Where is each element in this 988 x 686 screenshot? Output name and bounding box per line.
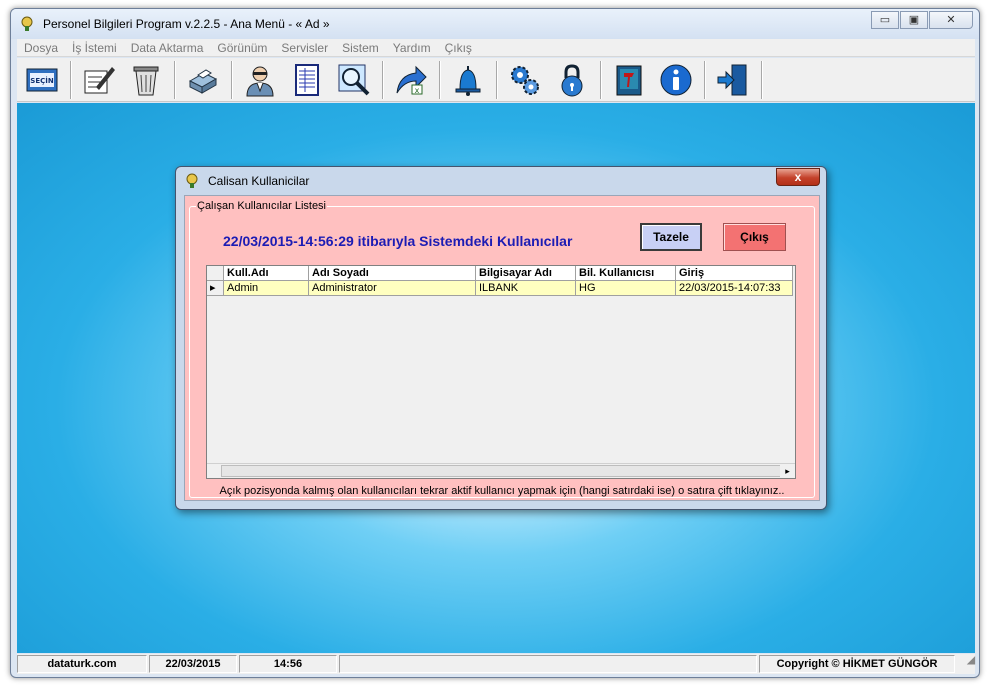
menu-sistem[interactable]: Sistem	[335, 41, 386, 55]
menu-cikis[interactable]: Çıkış	[438, 41, 479, 55]
status-empty	[339, 655, 757, 673]
svg-text:x: x	[415, 86, 420, 95]
menu-dosya[interactable]: Dosya	[17, 41, 65, 55]
settings-gears-icon[interactable]	[506, 61, 544, 99]
users-grid[interactable]: Kull.Adı Adı Soyadı Bilgisayar Adı Bil. …	[206, 265, 796, 479]
toolbar-separator	[761, 60, 763, 99]
document-list-icon[interactable]	[288, 61, 326, 99]
toolbar-separator	[231, 60, 233, 99]
secim-label: SEÇİN	[30, 76, 54, 85]
window-title: Personel Bilgileri Program v.2.2.5 - Ana…	[43, 17, 330, 31]
title-bar[interactable]: Personel Bilgileri Program v.2.2.5 - Ana…	[11, 9, 979, 39]
status-time: 14:56	[239, 655, 337, 673]
bell-icon[interactable]	[449, 61, 487, 99]
table-cell[interactable]: Administrator	[309, 281, 476, 296]
toolbar: SEÇİN x	[17, 58, 975, 102]
refresh-button[interactable]: Tazele	[640, 223, 702, 251]
status-copyright: Copyright © HİKMET GÜNGÖR	[759, 655, 955, 673]
menu-yardim[interactable]: Yardım	[386, 41, 438, 55]
menu-servisler[interactable]: Servisler	[274, 41, 335, 55]
grid-header: Kull.Adı Adı Soyadı Bilgisayar Adı Bil. …	[207, 266, 793, 281]
active-users-dialog: Calisan Kullanicilar x Çalışan Kullanıcı…	[175, 166, 827, 510]
dialog-close-button[interactable]: x	[776, 168, 820, 186]
column-header[interactable]: Bilgisayar Adı	[476, 266, 576, 281]
header-indicator	[207, 266, 224, 281]
printer-icon[interactable]	[184, 61, 222, 99]
dialog-title: Calisan Kullanicilar	[208, 174, 310, 188]
column-header[interactable]: Bil. Kullanıcısı	[576, 266, 676, 281]
toolbar-separator	[496, 60, 498, 99]
toolbar-separator	[439, 60, 441, 99]
book-icon[interactable]	[610, 61, 648, 99]
table-cell[interactable]: ILBANK	[476, 281, 576, 296]
table-cell[interactable]: 22/03/2015-14:07:33	[676, 281, 793, 296]
menu-gorunum[interactable]: Görünüm	[210, 41, 274, 55]
dialog-icon	[184, 173, 200, 189]
secim-icon[interactable]: SEÇİN	[23, 61, 61, 99]
user-icon[interactable]	[241, 61, 279, 99]
resize-grip-icon[interactable]: ◢	[957, 655, 975, 673]
dialog-title-bar[interactable]: Calisan Kullanicilar x	[176, 167, 826, 195]
minimize-button[interactable]: ▭	[871, 11, 899, 29]
status-date: 22/03/2015	[149, 655, 237, 673]
status-bar: dataturk.com 22/03/2015 14:56 Copyright …	[17, 654, 975, 674]
table-row[interactable]: ▸ Admin Administrator ILBANK HG 22/03/20…	[207, 281, 793, 296]
edit-form-icon[interactable]	[80, 61, 118, 99]
info-icon[interactable]	[657, 61, 695, 99]
close-button[interactable]: ✕	[929, 11, 973, 29]
toolbar-separator	[70, 60, 72, 99]
horizontal-scrollbar[interactable]: ▸	[207, 463, 795, 478]
recycle-bin-icon[interactable]	[127, 61, 165, 99]
exit-button[interactable]: Çıkış	[723, 223, 786, 251]
toolbar-separator	[382, 60, 384, 99]
table-cell[interactable]: HG	[576, 281, 676, 296]
table-cell[interactable]: Admin	[224, 281, 309, 296]
toolbar-separator	[704, 60, 706, 99]
menu-bar: Dosya İş İstemi Data Aktarma Görünüm Ser…	[17, 39, 975, 57]
toolbar-separator	[174, 60, 176, 99]
status-site: dataturk.com	[17, 655, 147, 673]
scroll-right-icon[interactable]: ▸	[780, 464, 795, 478]
users-headline: 22/03/2015-14:56:29 itibarıyla Sistemdek…	[223, 233, 573, 249]
search-icon[interactable]	[335, 61, 373, 99]
export-icon[interactable]: x	[392, 61, 430, 99]
group-label: Çalışan Kullanıcılar Listesi	[196, 200, 328, 212]
app-icon	[19, 16, 35, 32]
dialog-body: Çalışan Kullanıcılar Listesi 22/03/2015-…	[184, 195, 820, 501]
users-list-group: Çalışan Kullanıcılar Listesi 22/03/2015-…	[189, 200, 815, 498]
column-header[interactable]: Kull.Adı	[224, 266, 309, 281]
scrollbar-thumb[interactable]	[221, 465, 781, 477]
lock-icon[interactable]	[553, 61, 591, 99]
footer-note: Açık pozisyonda kalmış olan kullanıcılar…	[219, 485, 785, 497]
menu-data-aktarma[interactable]: Data Aktarma	[124, 41, 211, 55]
menu-is-istemi[interactable]: İş İstemi	[65, 41, 124, 55]
maximize-button[interactable]: ▣	[900, 11, 928, 29]
column-header[interactable]: Giriş	[676, 266, 793, 281]
exit-door-icon[interactable]	[714, 61, 752, 99]
column-header[interactable]: Adı Soyadı	[309, 266, 476, 281]
row-indicator-icon: ▸	[207, 281, 224, 296]
toolbar-separator	[600, 60, 602, 99]
